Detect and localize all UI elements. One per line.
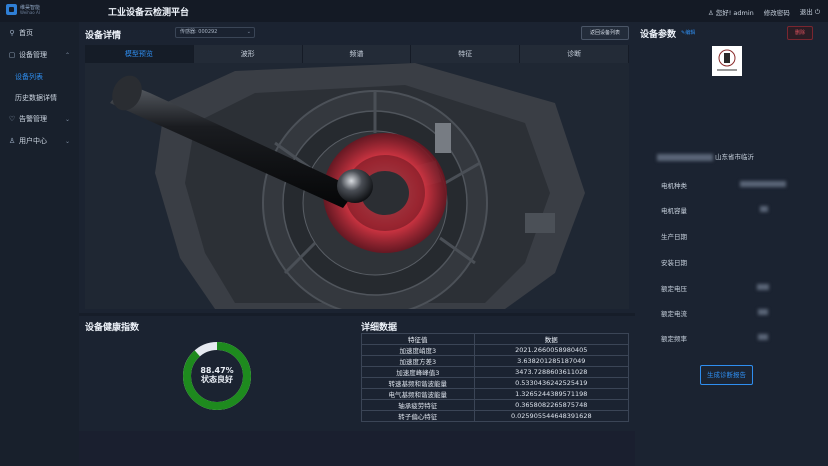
param-production-date-label: 生产日期: [661, 233, 687, 241]
change-password-link[interactable]: 修改密码: [764, 7, 790, 17]
column-header-feature: 特征值: [361, 333, 475, 345]
user-area: ♙ 您好! admin 修改密码 退出 ⏻: [708, 6, 820, 17]
sidebar-subitem-device-list[interactable]: 设备列表: [0, 66, 79, 87]
feature-name: 轴承疲劳特征: [361, 399, 475, 411]
device-location: 山东省市临沂: [657, 151, 754, 161]
bell-icon: ♡: [8, 115, 16, 123]
table-row: 加速度峭度3 2021.2660058980405: [361, 344, 630, 356]
tab-waveform[interactable]: 波形: [194, 45, 303, 63]
column-header-data: 数据: [473, 333, 630, 345]
logo-subtext: Weihao AI: [20, 10, 40, 15]
device-params-panel: [635, 22, 828, 466]
sidebar-item-label: 设备管理: [19, 51, 47, 59]
feature-name: 电气基频和谐波能量: [361, 388, 475, 400]
sidebar-subitem-history[interactable]: 历史数据详情: [0, 87, 79, 108]
param-rated-current-label: 额定电流: [661, 310, 687, 318]
power-icon: ⏻: [814, 8, 820, 16]
feature-value: 3473.7288603611028: [473, 366, 630, 378]
health-status: 状态良好: [201, 375, 233, 384]
sidebar-item-label: 告警管理: [19, 115, 47, 123]
feature-value: 0.5330436242525419: [473, 377, 630, 389]
logo-mark-icon: [6, 4, 17, 15]
return-device-list-button[interactable]: 返回设备列表: [581, 26, 629, 40]
feature-name: 转子偏心特征: [361, 410, 475, 422]
feature-value: 2021.2660058980405: [473, 344, 630, 356]
sidebar-item-label: 首页: [19, 29, 33, 37]
table-row: 转速基频和谐波能量 0.5330436242525419: [361, 377, 630, 389]
footer-strip: [79, 431, 635, 466]
motor-3d-model: [110, 63, 585, 309]
edit-link[interactable]: ✎编辑: [681, 29, 695, 36]
param-motor-capacity-value: [760, 206, 768, 212]
tab-model-preview[interactable]: 模型预览: [85, 45, 194, 63]
feature-name: 转速基频和谐波能量: [361, 377, 475, 389]
health-percent: 88.47%: [200, 366, 234, 375]
user-greeting[interactable]: ♙ 您好! admin: [708, 7, 754, 17]
detail-tabs: 模型预览 波形 频谱 特征 诊断: [85, 45, 629, 63]
feature-name: 加速度方差3: [361, 355, 475, 367]
sidebar-item-label: 用户中心: [19, 137, 47, 145]
feature-value: 1.3265244389571198: [473, 388, 630, 400]
health-title: 设备健康指数: [85, 323, 140, 333]
user-icon: ♙: [707, 8, 714, 17]
param-motor-type-label: 电机种类: [661, 182, 687, 190]
sidebar-item-alarm-management[interactable]: ♡ 告警管理 ⌄: [0, 108, 79, 130]
health-gauge-label: 88.47% 状态良好: [182, 366, 252, 384]
feature-value: 0.025905544648391628: [473, 410, 630, 422]
redacted-location: [657, 153, 713, 161]
table-row: 加速度方差3 3.638201285187049: [361, 355, 630, 367]
detail-data-table: 特征值 数据 加速度峭度3 2021.2660058980405 加速度方差3 3.…: [361, 333, 630, 422]
folder-icon: ▢: [8, 51, 16, 59]
logout-link[interactable]: 退出 ⏻: [800, 6, 820, 17]
top-bar: 维昊智能 Weihao AI 工业设备云检测平台 ♙ 您好! admin 修改密…: [0, 0, 828, 22]
param-rated-frequency-label: 额定频率: [661, 335, 687, 343]
table-row: 电气基频和谐波能量 1.3265244389571198: [361, 388, 630, 400]
table-header-row: 特征值 数据: [361, 333, 630, 345]
chevron-down-icon: ⌄: [64, 137, 70, 145]
sidebar-item-home[interactable]: ⚲ 首页: [0, 22, 79, 44]
feature-name: 加速度峭度3: [361, 344, 475, 356]
user-icon: ♙: [8, 137, 16, 145]
param-install-date-label: 安装日期: [661, 259, 687, 267]
table-row: 转子偏心特征 0.025905544648391628: [361, 410, 630, 422]
location-pin-icon: ⚲: [9, 29, 15, 37]
sensor-select[interactable]: 传感器: 000292 ⌄: [175, 27, 255, 38]
table-row: 轴承疲劳特征 0.3658082265875748: [361, 399, 630, 411]
sidebar: ⚲ 首页 ▢ 设备管理 ⌃ 设备列表 历史数据详情 ♡ 告警管理 ⌄ ♙ 用户中…: [0, 22, 79, 466]
feature-value: 0.3658082265875748: [473, 399, 630, 411]
feature-value: 3.638201285187049: [473, 355, 630, 367]
param-motor-capacity-label: 电机容量: [661, 207, 687, 215]
chevron-up-icon: ⌃: [64, 51, 70, 59]
sidebar-item-device-management[interactable]: ▢ 设备管理 ⌃: [0, 44, 79, 66]
param-rated-current-value: [758, 309, 768, 315]
motor-3d-model-view[interactable]: [85, 63, 629, 309]
chevron-down-icon: ⌄: [246, 29, 251, 35]
param-motor-type-value: [740, 181, 786, 187]
company-logo: 维昊智能 Weihao AI: [6, 3, 46, 18]
tab-features[interactable]: 特征: [411, 45, 521, 63]
tab-spectrum[interactable]: 频谱: [303, 45, 412, 63]
detail-data-title: 详细数据: [361, 323, 398, 333]
device-params-title: 设备参数: [640, 30, 677, 40]
chevron-down-icon: ⌄: [64, 115, 70, 123]
app-title: 工业设备云检测平台: [108, 8, 190, 18]
param-rated-voltage-value: [757, 284, 769, 290]
table-row: 加速度峰峰值3 3473.7288603611028: [361, 366, 630, 378]
company-seal-icon: [717, 49, 737, 71]
device-thumbnail: [712, 46, 742, 76]
param-rated-voltage-label: 额定电压: [661, 285, 687, 293]
generate-report-button[interactable]: 生成诊断报告: [700, 365, 753, 385]
tab-diagnosis[interactable]: 诊断: [520, 45, 629, 63]
param-rated-frequency-value: [758, 334, 768, 340]
delete-button[interactable]: 删除: [787, 26, 813, 40]
sidebar-item-user-center[interactable]: ♙ 用户中心 ⌄: [0, 130, 79, 152]
feature-name: 加速度峰峰值3: [361, 366, 475, 378]
device-detail-title: 设备详情: [85, 31, 122, 41]
